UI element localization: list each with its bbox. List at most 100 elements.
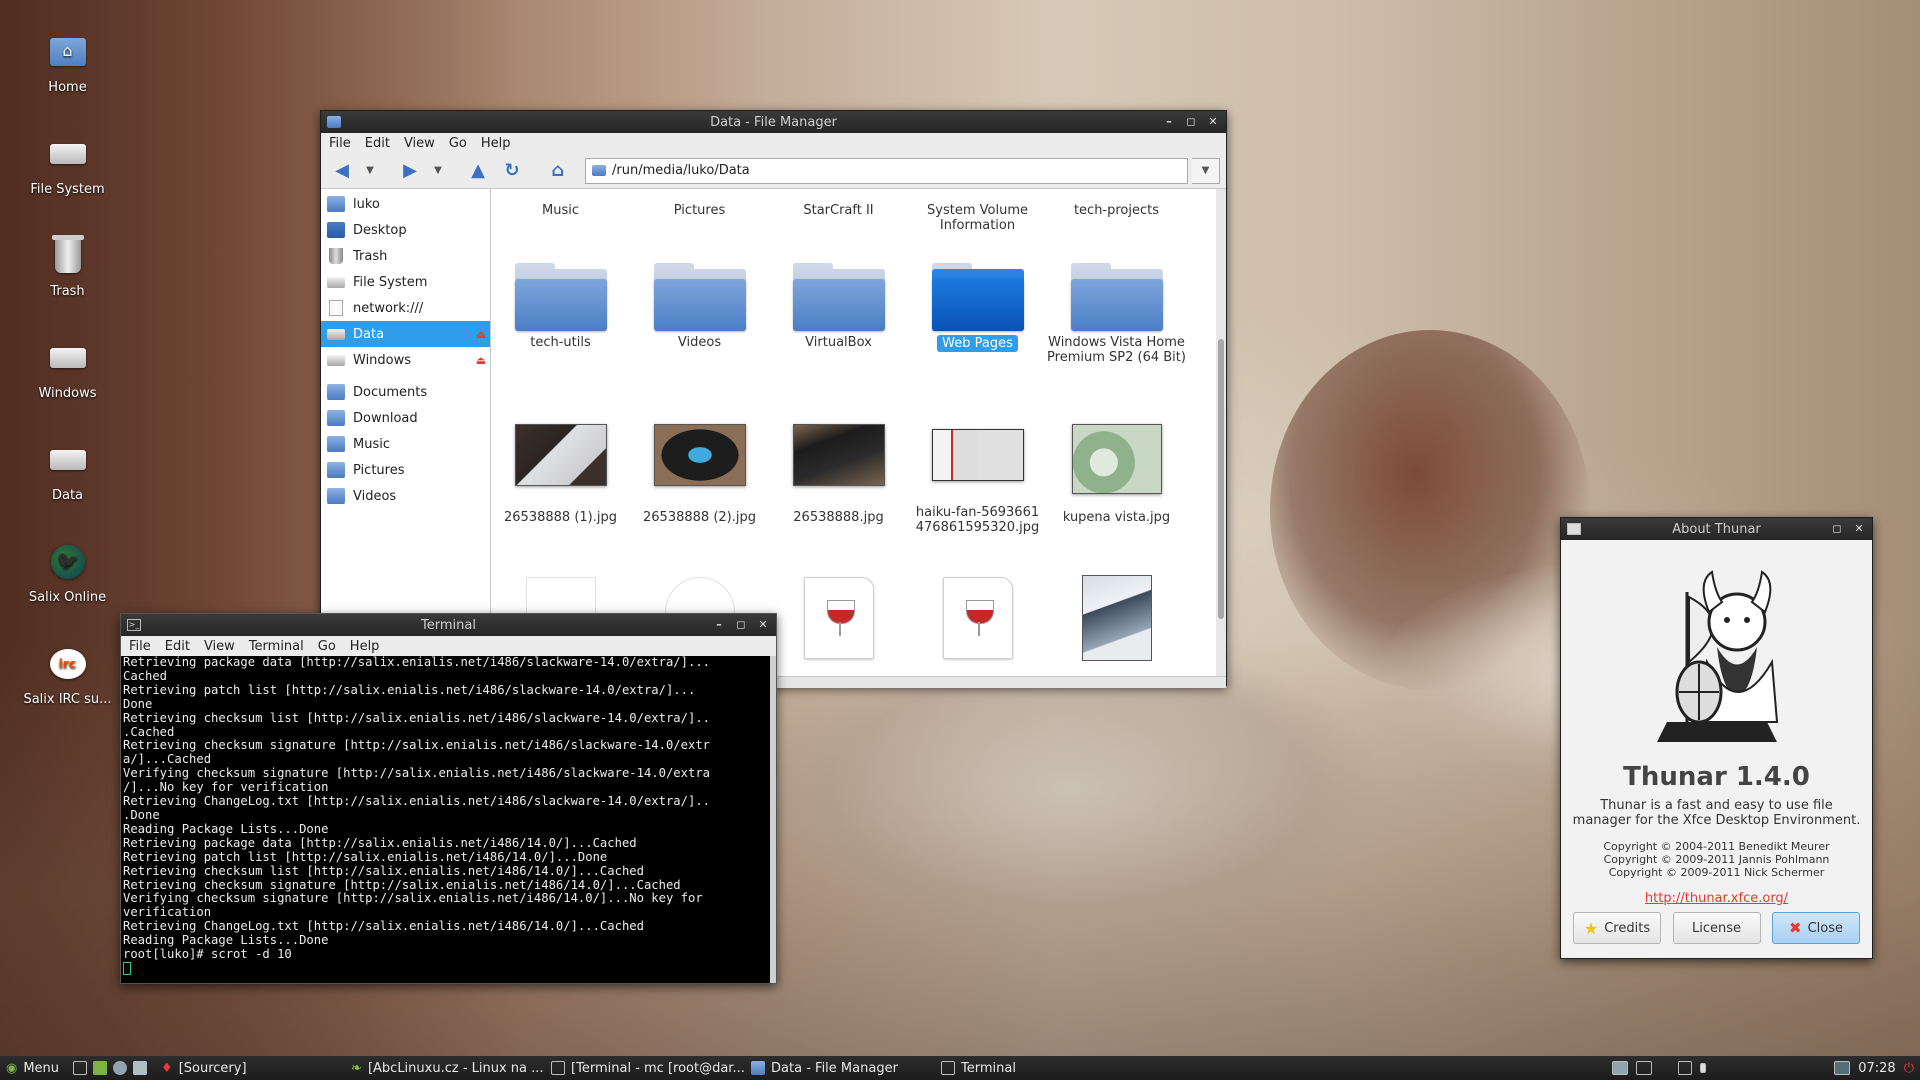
sidebar-item-videos[interactable]: Videos xyxy=(321,483,490,509)
file-item[interactable] xyxy=(1047,573,1186,661)
about-titlebar[interactable]: About Thunar ◻ ✕ xyxy=(1561,518,1872,540)
back-arrow-icon[interactable]: ◀ xyxy=(327,157,357,185)
minimize-icon[interactable]: – xyxy=(1162,115,1176,129)
file-manager-window: Data - File Manager – ◻ ✕ File Edit View… xyxy=(320,110,1227,688)
terminal-scrollbar[interactable] xyxy=(770,656,776,983)
menu-edit[interactable]: Edit xyxy=(365,136,390,151)
sidebar-item-download[interactable]: Download xyxy=(321,405,490,431)
task-label: [Terminal - mc [root@dar... xyxy=(571,1060,745,1076)
folder-item[interactable]: Videos xyxy=(630,261,769,365)
eject-icon[interactable]: ⏏ xyxy=(476,354,486,367)
file-item[interactable] xyxy=(769,573,908,661)
folder-item[interactable]: tech-utils xyxy=(491,261,630,365)
browser-launcher-icon[interactable] xyxy=(93,1061,108,1075)
display-icon[interactable] xyxy=(1678,1061,1693,1075)
folder-item[interactable]: System Volume Information xyxy=(908,199,1047,233)
file-item[interactable]: 26538888 (2).jpg xyxy=(630,421,769,535)
clipboard-icon[interactable] xyxy=(1636,1061,1653,1075)
file-item[interactable]: haiku-fan-5693661476861595320.jpg xyxy=(908,421,1047,535)
desktop-icon-data[interactable]: Data xyxy=(0,436,135,526)
task-file-manager[interactable]: Data - File Manager xyxy=(745,1056,935,1080)
eject-icon[interactable]: ⏏ xyxy=(476,328,486,341)
desktop-icon-windows[interactable]: Windows xyxy=(0,334,135,424)
workspace-icon[interactable] xyxy=(1834,1061,1851,1075)
network-icon[interactable] xyxy=(1612,1061,1629,1075)
folder-item[interactable]: StarCraft II xyxy=(769,199,908,233)
minimize-icon[interactable]: – xyxy=(712,618,726,632)
item-label: kupena vista.jpg xyxy=(1062,510,1171,525)
sidebar-item-trash[interactable]: Trash xyxy=(321,243,490,269)
close-icon[interactable]: ✕ xyxy=(756,618,770,632)
file-item[interactable] xyxy=(908,573,1047,661)
desktop-icon-salix-online[interactable]: Salix Online xyxy=(0,538,135,628)
terminal-titlebar[interactable]: >_ Terminal – ◻ ✕ xyxy=(121,614,776,636)
desktop-icon-salix-irc[interactable]: irc Salix IRC su... xyxy=(0,640,135,730)
menu-terminal[interactable]: Terminal xyxy=(249,639,304,654)
maximize-icon[interactable]: ◻ xyxy=(1184,115,1198,129)
sidebar-item-windows[interactable]: Windows ⏏ xyxy=(321,347,490,373)
file-item[interactable]: 26538888.jpg xyxy=(769,421,908,535)
location-bar[interactable]: /run/media/luko/Data xyxy=(585,157,1188,184)
folder-item-selected[interactable]: Web Pages xyxy=(908,261,1047,365)
up-arrow-icon[interactable]: ▲ xyxy=(463,157,493,185)
sidebar-item-documents[interactable]: Documents xyxy=(321,379,490,405)
task-sourcery[interactable]: ♦ [Sourcery] xyxy=(155,1056,345,1080)
sidebar-item-network[interactable]: network:/// xyxy=(321,295,490,321)
menu-go[interactable]: Go xyxy=(449,136,467,151)
menu-help[interactable]: Help xyxy=(350,639,380,654)
dialog-app-icon xyxy=(1567,523,1581,535)
reload-icon[interactable]: ↻ xyxy=(497,157,527,185)
battery-icon[interactable] xyxy=(1700,1063,1707,1073)
sidebar-item-file-system[interactable]: File System xyxy=(321,269,490,295)
menu-help[interactable]: Help xyxy=(481,136,511,151)
sidebar-item-pictures[interactable]: Pictures xyxy=(321,457,490,483)
task-browser[interactable]: ❧ [AbcLinuxu.cz - Linux na ... xyxy=(345,1056,545,1080)
folder-item[interactable]: tech-projects xyxy=(1047,199,1186,233)
file-item[interactable]: kupena vista.jpg xyxy=(1047,421,1186,535)
home-icon[interactable]: ⌂ xyxy=(543,157,573,185)
desktop-icon-home[interactable]: Home xyxy=(0,28,135,118)
folder-item[interactable]: Pictures xyxy=(630,199,769,233)
menu-edit[interactable]: Edit xyxy=(165,639,190,654)
terminal-launcher-icon[interactable] xyxy=(73,1061,88,1075)
menu-file[interactable]: File xyxy=(129,639,151,654)
file-manager-titlebar[interactable]: Data - File Manager – ◻ ✕ xyxy=(321,111,1226,133)
menu-view[interactable]: View xyxy=(204,639,235,654)
credits-button[interactable]: ★ Credits xyxy=(1573,912,1661,944)
website-link[interactable]: http://thunar.xfce.org/ xyxy=(1561,891,1872,906)
maximize-icon[interactable]: ◻ xyxy=(1830,522,1844,536)
terminal-output[interactable]: Retrieving package data [http://salix.en… xyxy=(121,656,770,983)
menu-view[interactable]: View xyxy=(404,136,435,151)
sidebar-item-desktop[interactable]: Desktop xyxy=(321,217,490,243)
folder-item[interactable]: VirtualBox xyxy=(769,261,908,365)
location-dropdown-icon[interactable]: ▼ xyxy=(1192,157,1220,184)
chevron-down-icon[interactable]: ▼ xyxy=(361,157,379,185)
close-icon[interactable]: ✕ xyxy=(1852,522,1866,536)
menu-file[interactable]: File xyxy=(329,136,351,151)
maximize-icon[interactable]: ◻ xyxy=(734,618,748,632)
vertical-scrollbar[interactable] xyxy=(1216,189,1226,676)
power-icon[interactable]: ⏻ xyxy=(1904,1061,1914,1076)
clock[interactable]: 07:28 xyxy=(1858,1061,1895,1076)
license-button[interactable]: License xyxy=(1672,912,1761,944)
file-item[interactable]: 26538888 (1).jpg xyxy=(491,421,630,535)
task-terminal[interactable]: Terminal xyxy=(935,1056,1125,1080)
task-mc-terminal[interactable]: [Terminal - mc [root@dar... xyxy=(545,1056,745,1080)
desktop-icon-trash[interactable]: Trash xyxy=(0,232,135,322)
close-button[interactable]: ✖ Close xyxy=(1772,912,1860,944)
close-icon[interactable]: ✕ xyxy=(1206,115,1220,129)
forward-arrow-icon[interactable]: ▶ xyxy=(395,157,425,185)
desktop-icon-file-system[interactable]: File System xyxy=(0,130,135,220)
folder-item[interactable]: Windows Vista Home Premium SP2 (64 Bit) xyxy=(1047,261,1186,365)
chevron-down-icon[interactable]: ▼ xyxy=(429,157,447,185)
item-label: System Volume Information xyxy=(927,203,1028,233)
folder-item[interactable]: Music xyxy=(491,199,630,233)
sidebar-item-data[interactable]: Data ⏏ xyxy=(321,321,490,347)
menu-go[interactable]: Go xyxy=(318,639,336,654)
sidebar-item-luko[interactable]: luko xyxy=(321,191,490,217)
button-label: License xyxy=(1691,920,1741,936)
editor-launcher-icon[interactable] xyxy=(133,1061,148,1075)
globe-launcher-icon[interactable] xyxy=(113,1061,128,1075)
sidebar-item-music[interactable]: Music xyxy=(321,431,490,457)
start-menu-button[interactable]: ◉ Menu xyxy=(0,1056,65,1080)
